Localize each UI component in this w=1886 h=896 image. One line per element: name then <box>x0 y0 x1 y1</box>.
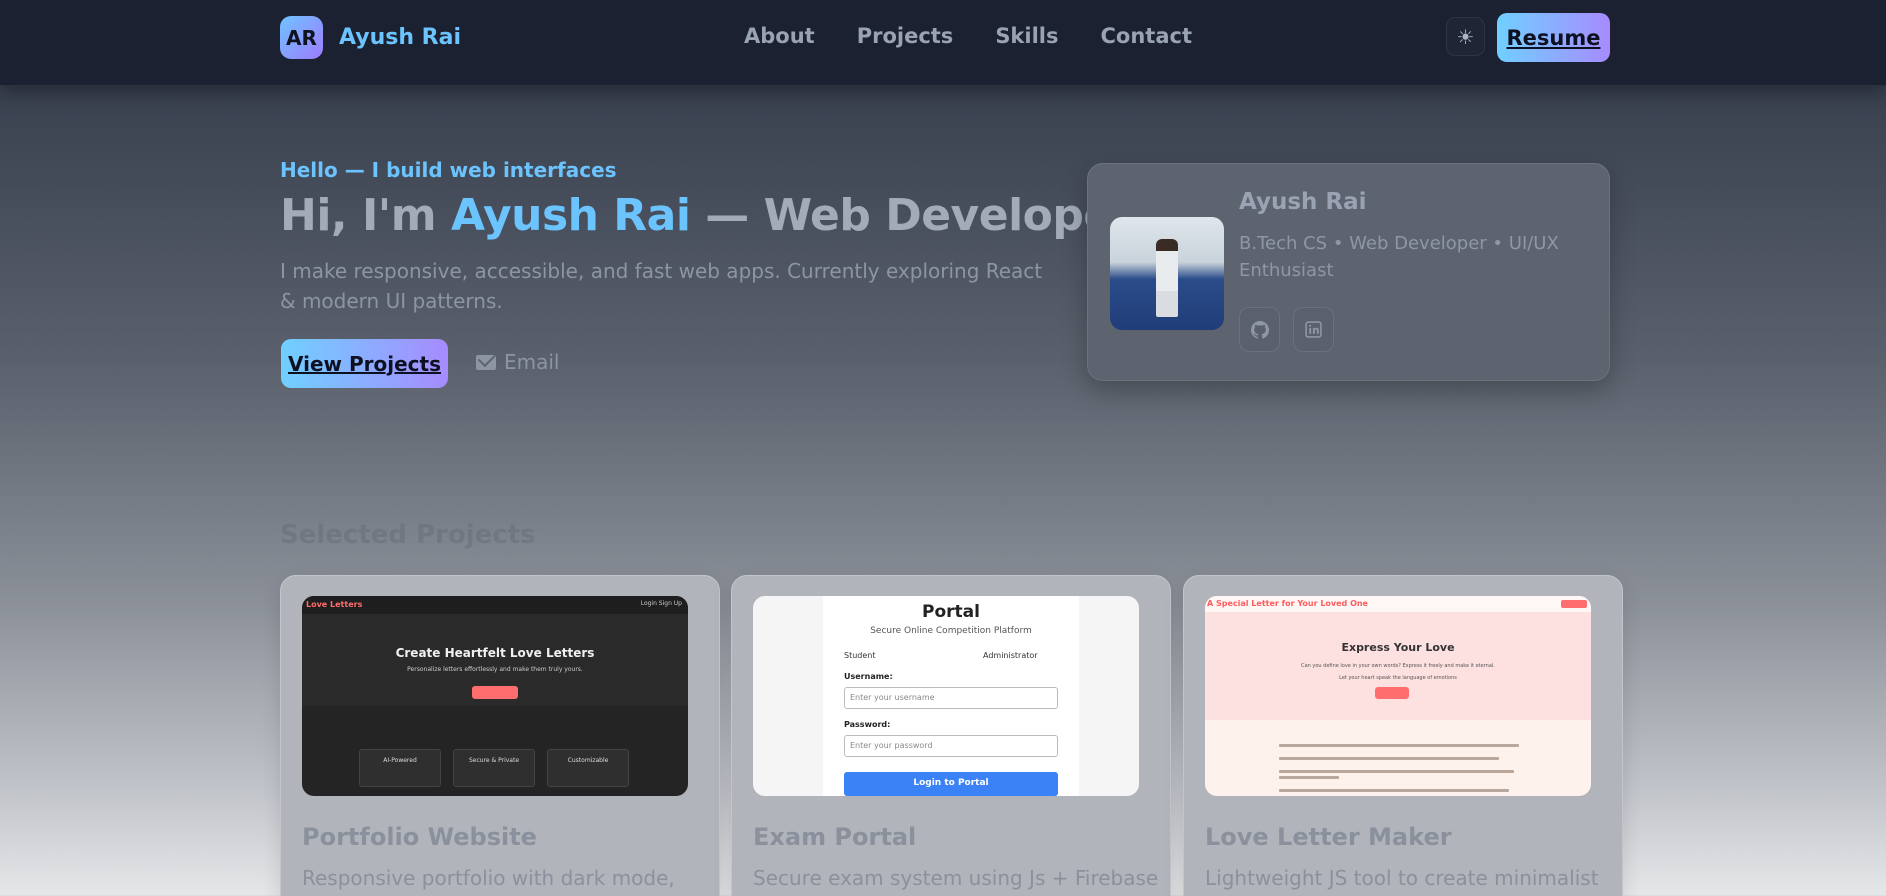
thumb-heading: Create Heartfelt Love Letters <box>395 646 595 660</box>
thumb-feature: Customizable <box>547 749 629 787</box>
thumb-brand: A Special Letter for Your Loved One <box>1207 599 1368 608</box>
thumb-subtitle: Personalize letters effortlessly and mak… <box>407 666 583 673</box>
email-label: Email <box>504 350 560 374</box>
project-card-love-letter[interactable]: A Special Letter for Your Loved One Expr… <box>1183 575 1623 896</box>
project-thumbnail[interactable]: Love Letters Login Sign Up Create Heartf… <box>302 596 688 796</box>
resume-button[interactable]: Resume <box>1497 13 1610 62</box>
thumb-role-student: Student <box>844 651 876 660</box>
email-link[interactable]: Email <box>476 350 560 374</box>
nav-links: About Projects Skills Contact <box>744 24 1192 48</box>
project-description: Responsive portfolio with dark mode, <box>302 866 675 890</box>
thumb-username-label: Username: <box>844 672 893 681</box>
profile-role: B.Tech CS • Web Developer • UI/UX Enthus… <box>1239 233 1559 281</box>
brand-logo[interactable]: AR <box>280 16 323 59</box>
project-thumbnail[interactable]: Portal Secure Online Competition Platfor… <box>753 596 1139 796</box>
project-card-portfolio[interactable]: Love Letters Login Sign Up Create Heartf… <box>280 575 720 896</box>
thumb-password-label: Password: <box>844 720 891 729</box>
thumb-password-input: Enter your password <box>844 735 1058 757</box>
hero-title-name: Ayush Rai <box>450 190 691 241</box>
thumb-nav: Login Sign Up <box>640 600 682 607</box>
sun-icon: ☀ <box>1456 24 1475 49</box>
hero-title-prefix: Hi, I'm <box>280 190 451 241</box>
envelope-icon <box>476 354 496 370</box>
nav-link-projects[interactable]: Projects <box>857 24 954 48</box>
project-description: Lightweight JS tool to create minimalist <box>1205 866 1599 890</box>
brand-name[interactable]: Ayush Rai <box>339 25 461 50</box>
thumb-feature: AI-Powered <box>359 749 441 787</box>
linkedin-icon[interactable] <box>1293 307 1334 352</box>
project-title[interactable]: Portfolio Website <box>302 823 537 851</box>
profile-name: Ayush Rai <box>1239 189 1367 215</box>
thumb-cta <box>1561 600 1587 608</box>
view-projects-button[interactable]: View Projects <box>281 339 448 388</box>
projects-section-title: Selected Projects <box>280 520 536 550</box>
thumb-login-button: Login to Portal <box>844 772 1058 796</box>
project-thumbnail[interactable]: A Special Letter for Your Loved One Expr… <box>1205 596 1591 796</box>
hero-eyebrow: Hello — I build web interfaces <box>280 158 617 182</box>
theme-toggle-button[interactable]: ☀ <box>1446 17 1485 56</box>
nav-link-contact[interactable]: Contact <box>1101 24 1193 48</box>
thumb-subtitle: Can you define love in your own words? E… <box>1301 663 1495 669</box>
top-navbar: AR Ayush Rai About Projects Skills Conta… <box>0 0 1886 86</box>
thumb-subtitle: Secure Online Competition Platform <box>870 626 1032 636</box>
thumb-button <box>1375 687 1409 699</box>
brand[interactable]: AR Ayush Rai <box>280 16 461 59</box>
nav-link-about[interactable]: About <box>744 24 815 48</box>
hero-subtitle: I make responsive, accessible, and fast … <box>280 259 1043 313</box>
project-card-exam-portal[interactable]: Portal Secure Online Competition Platfor… <box>731 575 1171 896</box>
project-title[interactable]: Exam Portal <box>753 823 916 851</box>
project-title[interactable]: Love Letter Maker <box>1205 823 1452 851</box>
thumb-brand: Love Letters <box>306 600 363 609</box>
project-description: Secure exam system using Js + Firebase <box>753 866 1159 890</box>
avatar <box>1110 217 1224 330</box>
thumb-feature: Secure & Private <box>453 749 535 787</box>
thumb-heading: Express Your Love <box>1341 641 1455 654</box>
github-icon[interactable] <box>1239 307 1280 352</box>
thumb-subtitle: Let your heart speak the language of emo… <box>1339 675 1457 681</box>
thumb-username-input: Enter your username <box>844 687 1058 709</box>
thumb-heading: Portal <box>922 602 980 622</box>
profile-card: Ayush Rai B.Tech CS • Web Developer • UI… <box>1087 163 1610 381</box>
nav-link-skills[interactable]: Skills <box>995 24 1058 48</box>
hero-title: Hi, I'm Ayush Rai — Web Developer <box>280 190 1134 241</box>
thumb-role-admin: Administrator <box>983 651 1038 660</box>
hero-title-suffix: — Web Developer <box>690 190 1134 241</box>
thumb-button <box>472 686 518 699</box>
